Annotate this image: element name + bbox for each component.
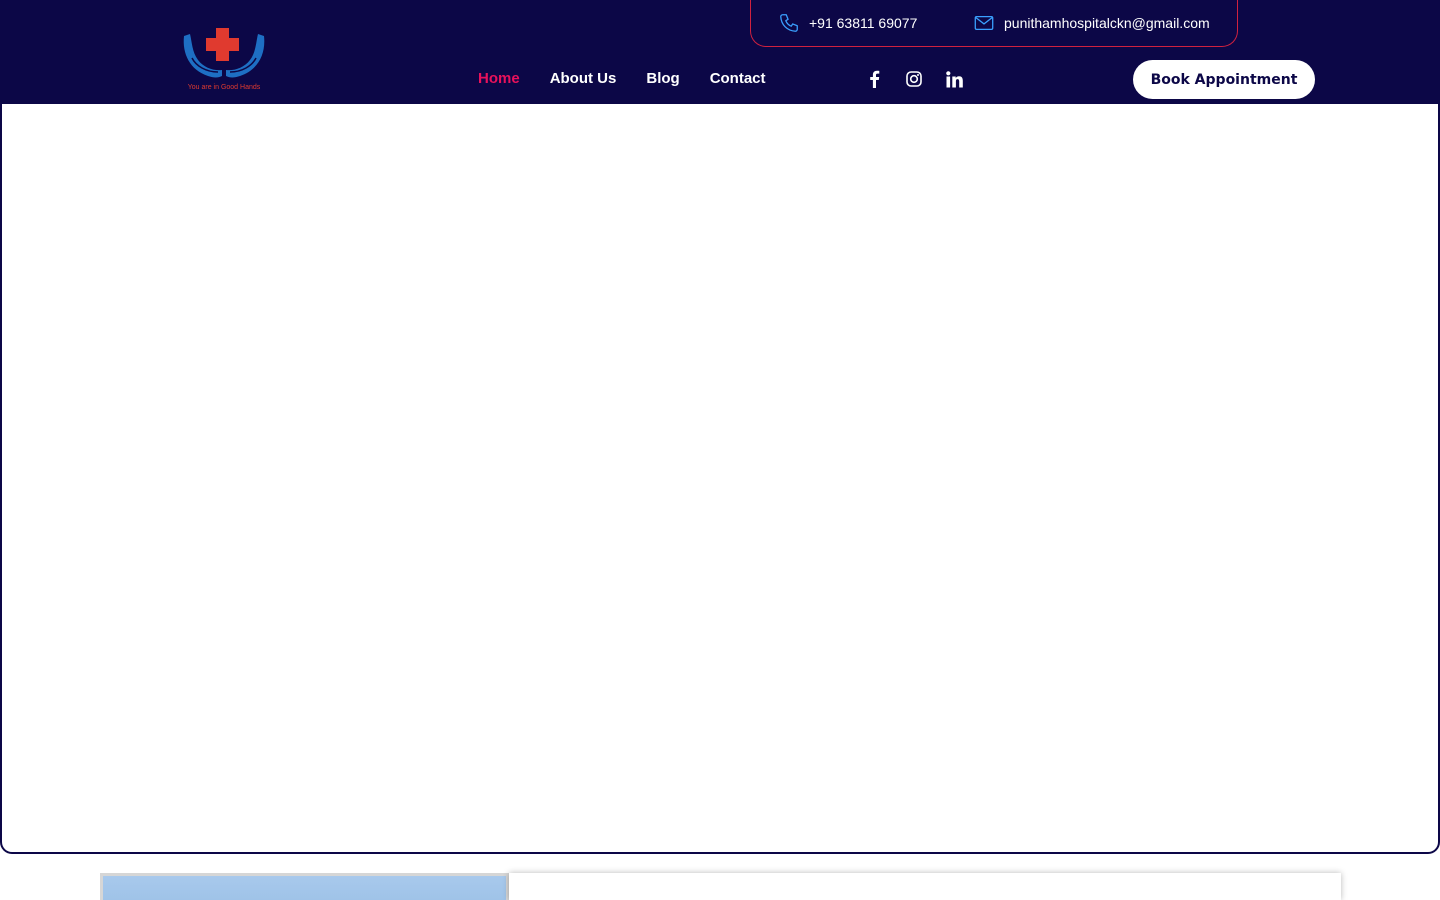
hospital-building-image <box>100 873 509 900</box>
mail-icon <box>974 15 994 31</box>
linkedin-icon[interactable] <box>944 69 964 89</box>
main-nav: Home About Us Blog Contact <box>478 70 796 87</box>
hospital-logo[interactable]: You are in Good Hands <box>178 24 270 96</box>
phone-number: +91 63811 69077 <box>809 15 918 31</box>
about-section <box>100 873 1341 900</box>
nav-about-us[interactable]: About Us <box>550 70 617 87</box>
about-card <box>509 873 1341 900</box>
phone-contact[interactable]: +91 63811 69077 <box>778 12 917 34</box>
logo-hands-cross-icon <box>183 28 265 78</box>
email-address: punithamhospitalckn@gmail.com <box>1004 15 1210 31</box>
hero-banner <box>0 104 1440 854</box>
phone-icon <box>780 14 798 32</box>
logo-tagline: You are in Good Hands <box>187 84 261 91</box>
site-header: You are in Good Hands +91 63811 69077 pu… <box>0 0 1440 104</box>
email-contact[interactable]: punithamhospitalckn@gmail.com <box>973 12 1210 34</box>
nav-blog[interactable]: Blog <box>646 70 679 87</box>
contact-bar: +91 63811 69077 punithamhospitalckn@gmai… <box>750 0 1238 47</box>
nav-contact[interactable]: Contact <box>710 70 766 87</box>
book-appointment-button[interactable]: Book Appointment <box>1133 60 1315 99</box>
facebook-icon[interactable] <box>864 69 884 89</box>
social-links <box>864 69 984 89</box>
nav-home[interactable]: Home <box>478 70 520 87</box>
instagram-icon[interactable] <box>904 69 924 89</box>
